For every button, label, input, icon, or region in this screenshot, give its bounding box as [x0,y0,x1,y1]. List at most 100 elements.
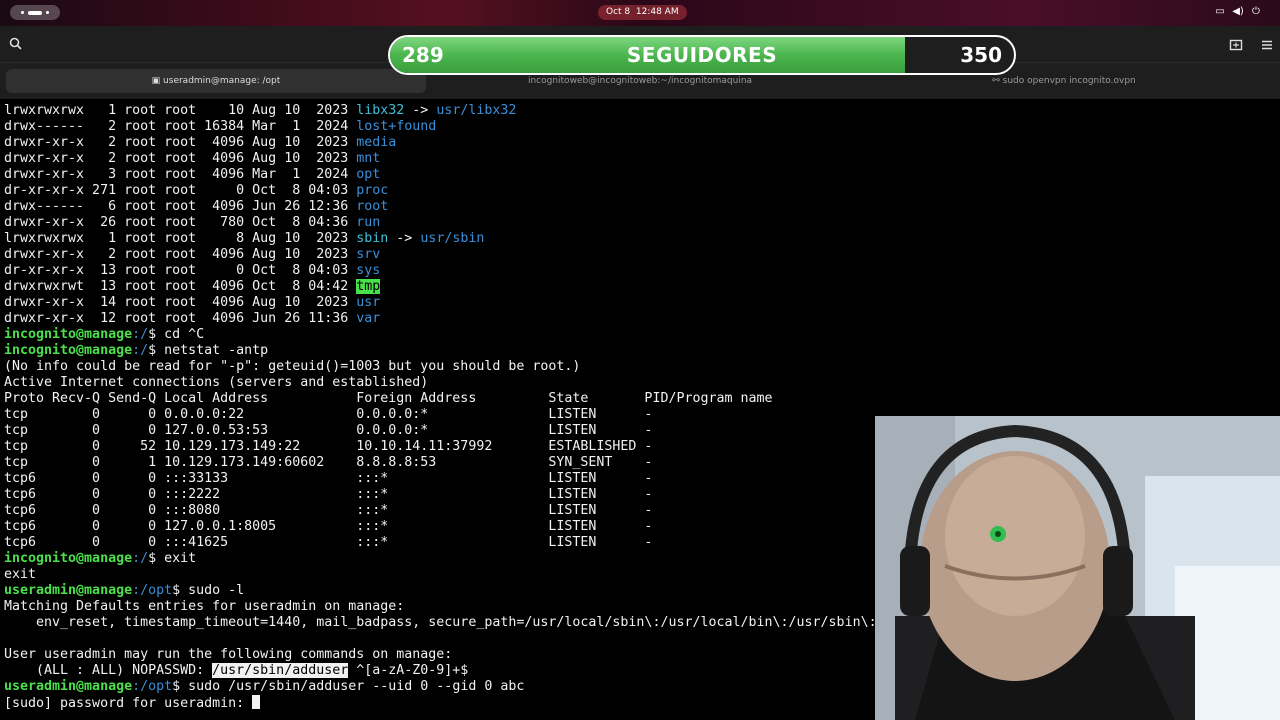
followers-label: SEGUIDORES [626,43,778,67]
terminal-cursor [252,695,261,709]
tab-label: sudo openvpn incognito.ovpn [1002,76,1136,86]
file-name: root [356,199,389,214]
terminal-line: [sudo] password for useradmin: [4,695,261,712]
output-text: tcp 0 0 127.0.0.53:53 0.0.0.0:* LISTEN - [4,423,653,438]
symlink-arrow: -> [388,231,421,246]
prompt-path: :/ [132,327,149,342]
output-text: tcp6 0 0 :::2222 :::* LISTEN - [4,487,653,502]
terminal-line: tcp 0 0 0.0.0.0:22 0.0.0.0:* LISTEN - [4,407,652,423]
system-top-bar: Oct 8 12:48 AM ▭ ◀) ⏻ [0,0,1280,26]
file-name: media [356,135,397,150]
file-name: run [356,215,381,230]
command-text: $ sudo /usr/sbin/adduser --uid 0 --gid 0… [172,679,525,694]
followers-goal: 350 [960,43,1002,67]
command-text: $ cd ^C [148,327,205,342]
file-name: sys [356,263,381,278]
terminal-line: Proto Recv-Q Send-Q Local Address Foreig… [4,391,773,407]
new-tab-icon[interactable] [1229,37,1243,51]
file-attributes: dr-xr-xr-x 271 root root 0 Oct 8 04:03 [4,183,357,198]
output-text: env_reset, timestamp_timeout=1440, mail_… [4,615,877,630]
file-attributes: drwxr-xr-x 14 root root 4096 Aug 10 2023 [4,295,357,310]
output-text: tcp6 0 0 127.0.0.1:8005 :::* LISTEN - [4,519,653,534]
terminal-line: tcp6 0 0 :::2222 :::* LISTEN - [4,487,652,503]
webcam-image [875,416,1280,720]
volume-icon[interactable]: ◀) [1231,5,1245,19]
file-attributes: drwxr-xr-x 26 root root 780 Oct 8 04:36 [4,215,357,230]
activities-button[interactable] [10,5,60,20]
terminal-line: useradmin@manage:/opt$ sudo /usr/sbin/ad… [4,679,524,695]
prompt-user-host: incognito@manage [4,343,133,358]
file-name: lost+found [356,119,437,134]
followers-progress-bar: SEGUIDORES 289 350 [388,35,1016,75]
terminal-line: tcp6 0 0 :::8080 :::* LISTEN - [4,503,652,519]
file-attributes: drwx------ 2 root root 16384 Mar 1 2024 [4,119,357,134]
file-attributes: drwxr-xr-x 2 root root 4096 Aug 10 2023 [4,135,357,150]
prompt-user-host: useradmin@manage [4,679,133,694]
output-text: tcp6 0 0 :::33133 :::* LISTEN - [4,471,653,486]
output-text: User useradmin may run the following com… [4,647,453,662]
terminal-line: drwxr-xr-x 2 root root 4096 Aug 10 2023 … [4,135,396,151]
terminal-line: incognito@manage:/$ netstat -antp [4,343,268,359]
file-attributes: drwxrwxrwt 13 root root 4096 Oct 8 04:42 [4,279,357,294]
file-attributes: drwxr-xr-x 3 root root 4096 Mar 1 2024 [4,167,357,182]
prompt-user-host: incognito@manage [4,327,133,342]
prompt-user-host: useradmin@manage [4,583,133,598]
terminal-line: drwxr-xr-x 26 root root 780 Oct 8 04:36 … [4,215,380,231]
prompt-path: :/opt [132,679,173,694]
highlighted-text: /usr/sbin/adduser [212,663,349,678]
power-icon[interactable]: ⏻ [1249,5,1263,19]
command-text: $ netstat -antp [148,343,269,358]
symlink-arrow: -> [404,103,437,118]
file-attributes: lrwxrwxrwx 1 root root 8 Aug 10 2023 [4,231,357,246]
search-icon[interactable] [8,36,24,52]
file-name: opt [356,167,381,182]
clock[interactable]: Oct 8 12:48 AM [598,5,687,20]
command-text: $ sudo -l [172,583,245,598]
terminal-line: incognito@manage:/$ cd ^C [4,327,204,343]
file-attributes: drwxr-xr-x 2 root root 4096 Aug 10 2023 [4,151,357,166]
terminal-line: drwxrwxrwt 13 root root 4096 Oct 8 04:42… [4,279,381,295]
webcam-overlay [875,416,1280,720]
terminal-line: useradmin@manage:/opt$ sudo -l [4,583,244,599]
terminal-line: dr-xr-xr-x 13 root root 0 Oct 8 04:03 sy… [4,263,380,279]
file-name: srv [356,247,381,262]
file-attributes: dr-xr-xr-x 13 root root 0 Oct 8 04:03 [4,263,357,278]
menu-icon[interactable] [1260,37,1274,51]
command-text: $ exit [148,551,197,566]
terminal-line: lrwxrwxrwx 1 root root 8 Aug 10 2023 sbi… [4,231,484,247]
file-attributes: drwxr-xr-x 12 root root 4096 Jun 26 11:3… [4,311,357,326]
terminal-line: dr-xr-xr-x 271 root root 0 Oct 8 04:03 p… [4,183,388,199]
terminal-line: drwxr-xr-x 2 root root 4096 Aug 10 2023 … [4,247,380,263]
file-name: tmp [356,279,381,294]
file-name: usr [356,295,381,310]
symlink-target: usr/sbin [420,231,485,246]
terminal-line: drwxr-xr-x 14 root root 4096 Aug 10 2023… [4,295,380,311]
file-name: mnt [356,151,381,166]
output-text: (No info could be read for "-p": geteuid… [4,359,581,374]
tab-label: useradmin@manage: /opt [163,76,281,86]
file-attributes: lrwxrwxrwx 1 root root 10 Aug 10 2023 [4,103,357,118]
tab-useradmin[interactable]: ▣ useradmin@manage: /opt [6,69,426,93]
prompt-path: :/ [132,343,149,358]
followers-current: 289 [402,43,444,67]
file-attributes: drwx------ 6 root root 4096 Jun 26 12:36 [4,199,357,214]
terminal-line: User useradmin may run the following com… [4,647,452,663]
screen-icon[interactable]: ▭ [1213,5,1227,19]
terminal-line: tcp 0 0 127.0.0.53:53 0.0.0.0:* LISTEN - [4,423,652,439]
workspace-dot [21,11,24,14]
output-text: tcp6 0 0 :::41625 :::* LISTEN - [4,535,653,550]
file-name: var [356,311,381,326]
workspace-dot [46,11,49,14]
terminal-line: drwxr-xr-x 3 root root 4096 Mar 1 2024 o… [4,167,380,183]
file-name: proc [356,183,389,198]
output-text: Proto Recv-Q Send-Q Local Address Foreig… [4,391,773,406]
symlink-name: libx32 [356,103,405,118]
terminal-line: drwxr-xr-x 12 root root 4096 Jun 26 11:3… [4,311,380,327]
terminal-line: tcp6 0 0 127.0.0.1:8005 :::* LISTEN - [4,519,652,535]
terminal-line: drwx------ 6 root root 4096 Jun 26 12:36… [4,199,388,215]
symlink-name: sbin [356,231,389,246]
output-text: Active Internet connections (servers and… [4,375,429,390]
output-text: [sudo] password for useradmin: [4,696,253,711]
terminal-line: exit [4,567,36,583]
output-text: tcp 0 52 10.129.173.149:22 10.10.14.11:3… [4,439,653,454]
